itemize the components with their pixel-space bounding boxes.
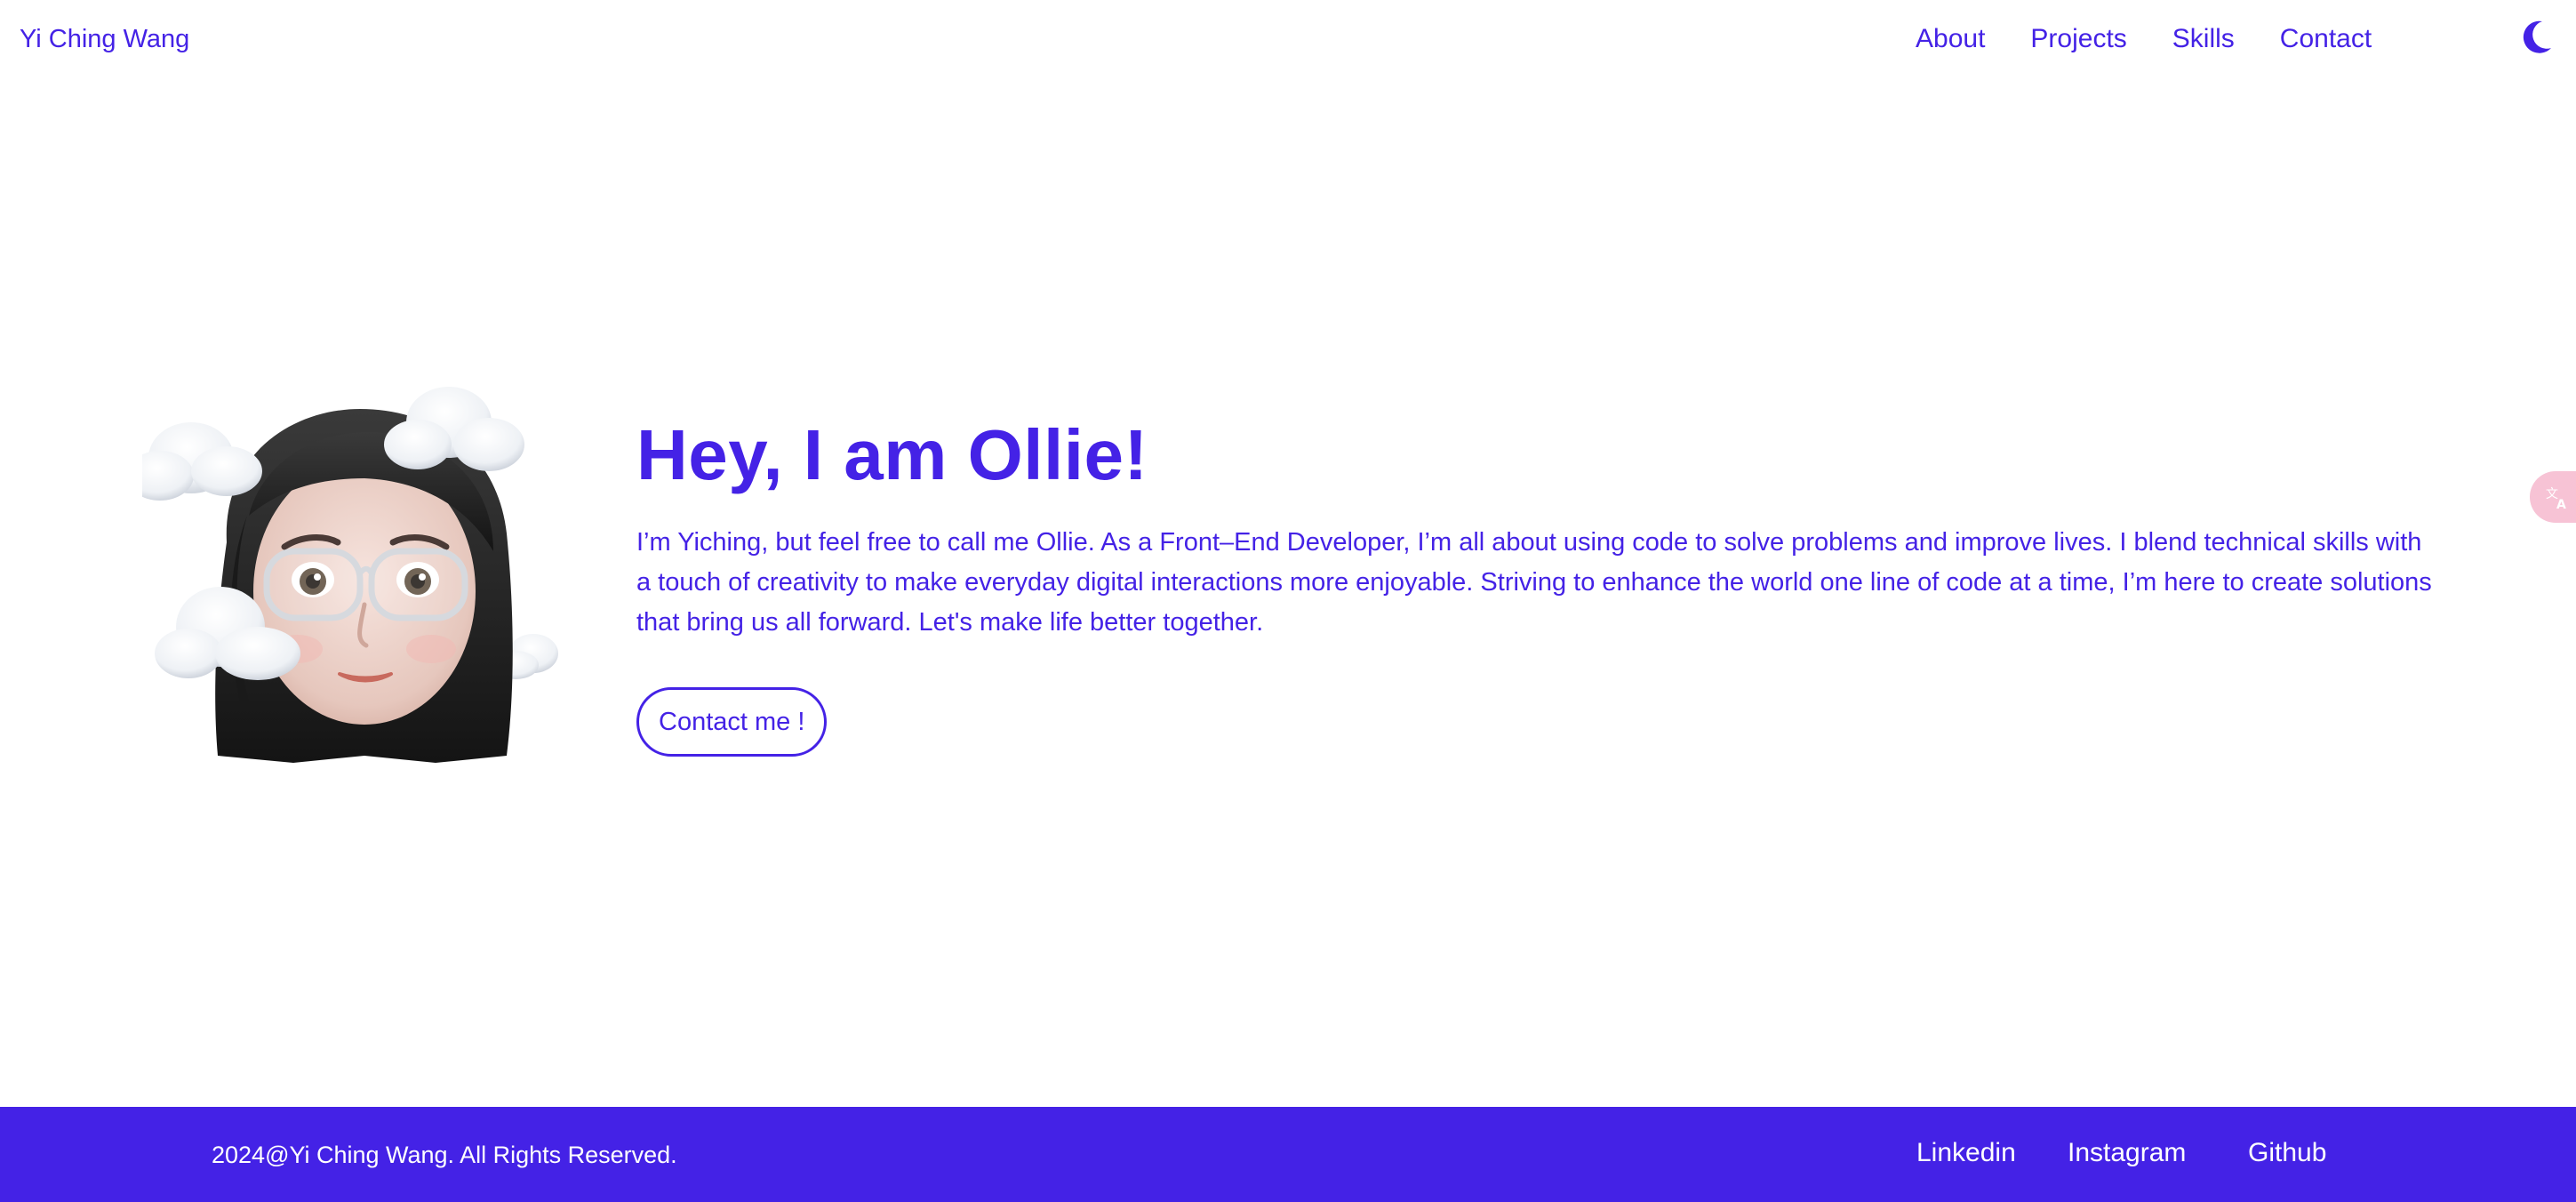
- footer: 2024@Yi Ching Wang. All Rights Reserved.…: [0, 1107, 2576, 1202]
- hero-title: Hey, I am Ollie!: [636, 415, 1148, 494]
- contact-me-button[interactable]: Contact me !: [636, 687, 828, 757]
- copyright-text: 2024@Yi Ching Wang. All Rights Reserved.: [212, 1142, 677, 1168]
- memoji-avatar: [142, 387, 558, 763]
- footer-link-instagram[interactable]: Instagram: [2068, 1135, 2186, 1171]
- nav-projects[interactable]: Projects: [2030, 21, 2126, 57]
- page: Yi Ching Wang About Projects Skills Cont…: [0, 0, 2576, 1202]
- moon-icon: [2523, 20, 2551, 53]
- translate-button[interactable]: 文 A: [2530, 471, 2576, 523]
- footer-link-linkedin[interactable]: Linkedin: [1916, 1135, 2016, 1171]
- brand-link[interactable]: Yi Ching Wang: [20, 21, 189, 57]
- nav-skills[interactable]: Skills: [2172, 21, 2235, 57]
- translate-icon: 文 A: [2546, 487, 2566, 510]
- main-nav: About Projects Skills Contact: [1916, 21, 2372, 57]
- footer-link-github[interactable]: Github: [2248, 1135, 2326, 1171]
- theme-toggle-button[interactable]: [2516, 18, 2555, 57]
- hero-section: Hey, I am Ollie! I’m Yiching, but feel f…: [636, 407, 2441, 757]
- svg-text:A: A: [2556, 498, 2566, 510]
- hero-description: I’m Yiching, but feel free to call me Ol…: [636, 528, 2432, 637]
- nav-contact[interactable]: Contact: [2280, 21, 2372, 57]
- nav-about[interactable]: About: [1916, 21, 1985, 57]
